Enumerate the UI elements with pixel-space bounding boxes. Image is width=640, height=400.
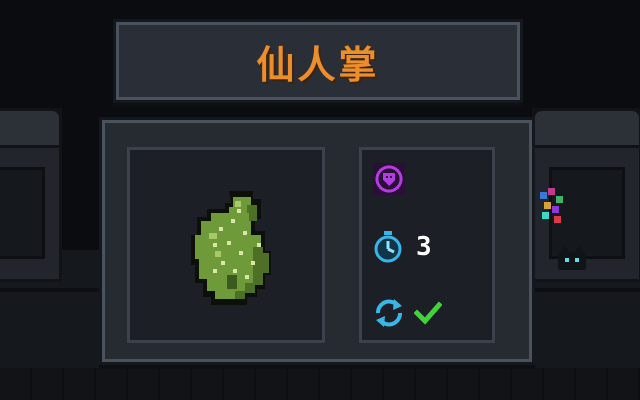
item-preview-slot	[127, 147, 325, 343]
colored-crystal-decoration	[536, 186, 570, 226]
item-title-banner: 仙人掌	[116, 22, 520, 100]
pillar-cap	[0, 108, 62, 148]
cat-body	[558, 252, 586, 270]
item-info-panel: 3	[102, 120, 532, 362]
stopwatch-icon	[374, 231, 402, 263]
item-name: 仙人掌	[256, 42, 380, 87]
cat-eye	[565, 258, 569, 262]
floor-tiles	[0, 368, 640, 400]
cooldown-row: 3	[372, 230, 432, 264]
stone-pillar-left	[0, 108, 62, 282]
shield-buff-icon	[373, 163, 405, 195]
black-cat-creature	[558, 246, 588, 270]
item-stats-box: 3	[359, 147, 495, 343]
cat-eye	[575, 258, 579, 262]
cactus-icon	[191, 191, 271, 305]
cooldown-value: 3	[416, 232, 432, 262]
buff-row	[372, 162, 406, 196]
cycle-arrows-icon	[376, 299, 402, 327]
green-check-icon	[414, 301, 442, 325]
recharge-row	[372, 298, 442, 328]
pillar-recess	[0, 167, 45, 259]
pillar-cap	[532, 108, 640, 148]
